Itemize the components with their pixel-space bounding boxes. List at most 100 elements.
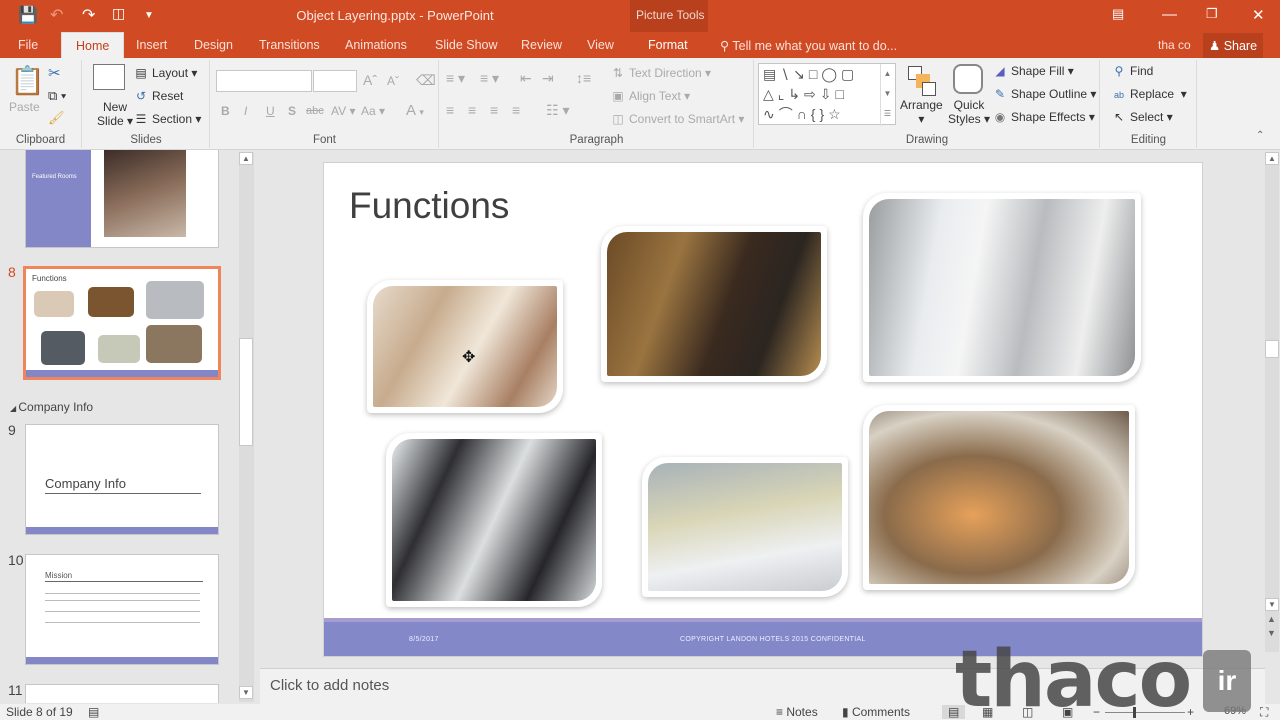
bold-button[interactable]: B	[221, 104, 230, 118]
tab-home[interactable]: Home	[61, 32, 125, 59]
move-cursor-icon: ✥	[462, 349, 476, 366]
new-slide-icon[interactable]	[93, 64, 125, 90]
strikethrough-button[interactable]: abc	[306, 105, 324, 117]
underline-button[interactable]: U	[266, 104, 275, 118]
buffet-display-photo[interactable]	[863, 405, 1135, 590]
scrollbar-thumb[interactable]	[1265, 340, 1279, 358]
thumbnail-slide-11[interactable]	[25, 684, 219, 703]
tab-design[interactable]: Design	[194, 38, 233, 52]
tab-view[interactable]: View	[587, 38, 614, 52]
shape-outline-button[interactable]: ✎ Shape Outline ▾	[992, 87, 1096, 101]
shapes-gallery-scroll[interactable]: ▲ ▼ ☰	[880, 64, 894, 126]
previous-slide-icon[interactable]: ▲	[1267, 614, 1276, 624]
restore-icon[interactable]: ❐	[1206, 6, 1218, 22]
font-size-combo[interactable]	[313, 70, 357, 92]
picture-tools-label: Picture Tools	[636, 8, 705, 22]
font-color-button[interactable]: A ▾	[406, 102, 424, 119]
shadow-button[interactable]: S	[288, 104, 296, 118]
thumbnail-featured-rooms[interactable]: Featured Rooms	[25, 150, 219, 248]
thumbnails-scrollbar[interactable]: ▲ ▼	[239, 152, 254, 702]
minimize-icon[interactable]: —	[1162, 6, 1177, 23]
tab-review[interactable]: Review	[521, 38, 562, 52]
tab-format[interactable]: Format	[648, 38, 688, 52]
section-company-info[interactable]: ◢ Company Info	[10, 400, 93, 414]
replace-button[interactable]: ab Replace ▾	[1111, 87, 1187, 101]
comments-toggle[interactable]: ▮ Comments	[842, 705, 910, 719]
columns-icon[interactable]: ☷ ▾	[546, 102, 569, 119]
tab-file[interactable]: File	[18, 38, 38, 52]
italic-button[interactable]: I	[244, 104, 247, 118]
change-case-button[interactable]: Aa ▾	[361, 104, 385, 118]
tab-animations[interactable]: Animations	[345, 38, 407, 52]
thumbnail-mission[interactable]: Mission	[25, 554, 219, 665]
chef-team-photo[interactable]	[863, 193, 1141, 382]
arrange-button[interactable]: Arrange ▾	[900, 98, 943, 126]
fit-to-window-icon[interactable]: ⛶	[1260, 705, 1268, 720]
increase-font-icon[interactable]: Aˆ	[363, 72, 377, 88]
layout-button[interactable]: ▤ Layout ▾	[133, 66, 197, 80]
decrease-font-icon[interactable]: Aˇ	[387, 74, 399, 88]
paste-button[interactable]: Paste	[9, 100, 40, 114]
slide-scrollbar[interactable]: ▲ ▼ ▲ ▼	[1265, 152, 1279, 652]
section-button[interactable]: ☰ Section ▾	[133, 112, 202, 126]
scroll-down-icon[interactable]: ▼	[1265, 598, 1279, 611]
align-right-icon[interactable]: ≡	[490, 102, 498, 118]
shape-effects-button[interactable]: ◉ Shape Effects ▾	[992, 110, 1095, 124]
line-spacing-icon[interactable]: ↕≡	[576, 70, 591, 86]
align-center-icon[interactable]: ≡	[468, 102, 476, 118]
share-button[interactable]: ♟ Share	[1203, 33, 1263, 58]
copy-icon[interactable]: ⧉ ▾	[48, 88, 66, 104]
justify-icon[interactable]: ≡	[512, 102, 520, 118]
text-direction-button[interactable]: ⇅ Text Direction ▾	[610, 66, 711, 80]
bullets-icon[interactable]: ≡ ▾	[446, 70, 465, 87]
paste-icon[interactable]: 📋	[10, 64, 45, 97]
business-lunch-photo[interactable]	[386, 433, 602, 607]
reset-button[interactable]: ↺ Reset	[133, 89, 183, 103]
quick-styles-button[interactable]: Quick Styles ▾	[948, 98, 990, 126]
cut-icon[interactable]: ✂	[48, 64, 61, 82]
increase-indent-icon[interactable]: ⇥	[542, 70, 554, 87]
notes-placeholder[interactable]: Click to add notes	[270, 677, 389, 694]
scroll-up-icon[interactable]: ▲	[239, 152, 253, 165]
spell-check-icon[interactable]: ▤	[88, 705, 99, 719]
tab-transitions[interactable]: Transitions	[259, 38, 320, 52]
hotel-check-in-image	[607, 232, 821, 376]
quick-styles-icon[interactable]	[953, 64, 983, 94]
slide-title[interactable]: Functions	[349, 185, 509, 227]
close-icon[interactable]: ✕	[1252, 6, 1265, 24]
font-color-label: A	[406, 102, 416, 119]
align-left-icon[interactable]: ≡	[446, 102, 454, 118]
ribbon-display-options-icon[interactable]: ▤	[1112, 6, 1124, 22]
shapes-gallery[interactable]: ▤∖↘□◯▢ △⌞↳⇨⇩□ ∿⌒∩{}☆	[758, 63, 896, 125]
tab-insert[interactable]: Insert	[136, 38, 167, 52]
tell-me-search[interactable]: ⚲ Tell me what you want to do...	[720, 38, 897, 53]
scroll-up-icon[interactable]: ▲	[1265, 152, 1279, 165]
numbering-icon[interactable]: ≡ ▾	[480, 70, 499, 87]
notes-toggle[interactable]: ≡ Notes	[776, 705, 818, 719]
find-button[interactable]: ⚲ Find	[1111, 64, 1154, 78]
clear-formatting-icon[interactable]: ⌫	[416, 72, 436, 89]
hotel-check-in-photo[interactable]	[601, 226, 827, 382]
align-text-button[interactable]: ▣ Align Text ▾	[610, 89, 690, 103]
thumbnail-functions-selected[interactable]: Functions	[23, 266, 221, 380]
banquet-hall-photo[interactable]	[642, 457, 848, 597]
watermark-badge: ir	[1203, 650, 1251, 712]
scroll-down-icon[interactable]: ▼	[239, 686, 253, 699]
arrange-icon[interactable]	[906, 66, 936, 96]
next-slide-icon[interactable]: ▼	[1267, 628, 1276, 638]
convert-smartart-button[interactable]: ◫ Convert to SmartArt ▾	[610, 112, 744, 126]
decrease-indent-icon[interactable]: ⇤	[520, 70, 532, 87]
new-slide-button[interactable]: New Slide ▾	[97, 100, 133, 128]
lightbulb-icon: ⚲	[720, 39, 733, 53]
font-name-combo[interactable]	[216, 70, 312, 92]
select-button[interactable]: ↖ Select ▾	[1111, 110, 1173, 124]
tab-slide-show[interactable]: Slide Show	[435, 38, 498, 52]
character-spacing-button[interactable]: AV ▾	[331, 104, 355, 118]
shape-fill-button[interactable]: ◢ Shape Fill ▾	[992, 64, 1073, 78]
user-name[interactable]: tha co	[1158, 38, 1191, 52]
collapse-ribbon-icon[interactable]: ⌃	[1256, 130, 1264, 141]
format-painter-icon[interactable]: 🖌	[48, 110, 65, 126]
slide-canvas[interactable]: Functions ✥ 8/5/2017 COPYRIGHT LANDON HO…	[323, 162, 1203, 657]
scrollbar-thumb[interactable]	[239, 338, 253, 446]
thumbnail-company-info[interactable]: Company Info	[25, 424, 219, 535]
